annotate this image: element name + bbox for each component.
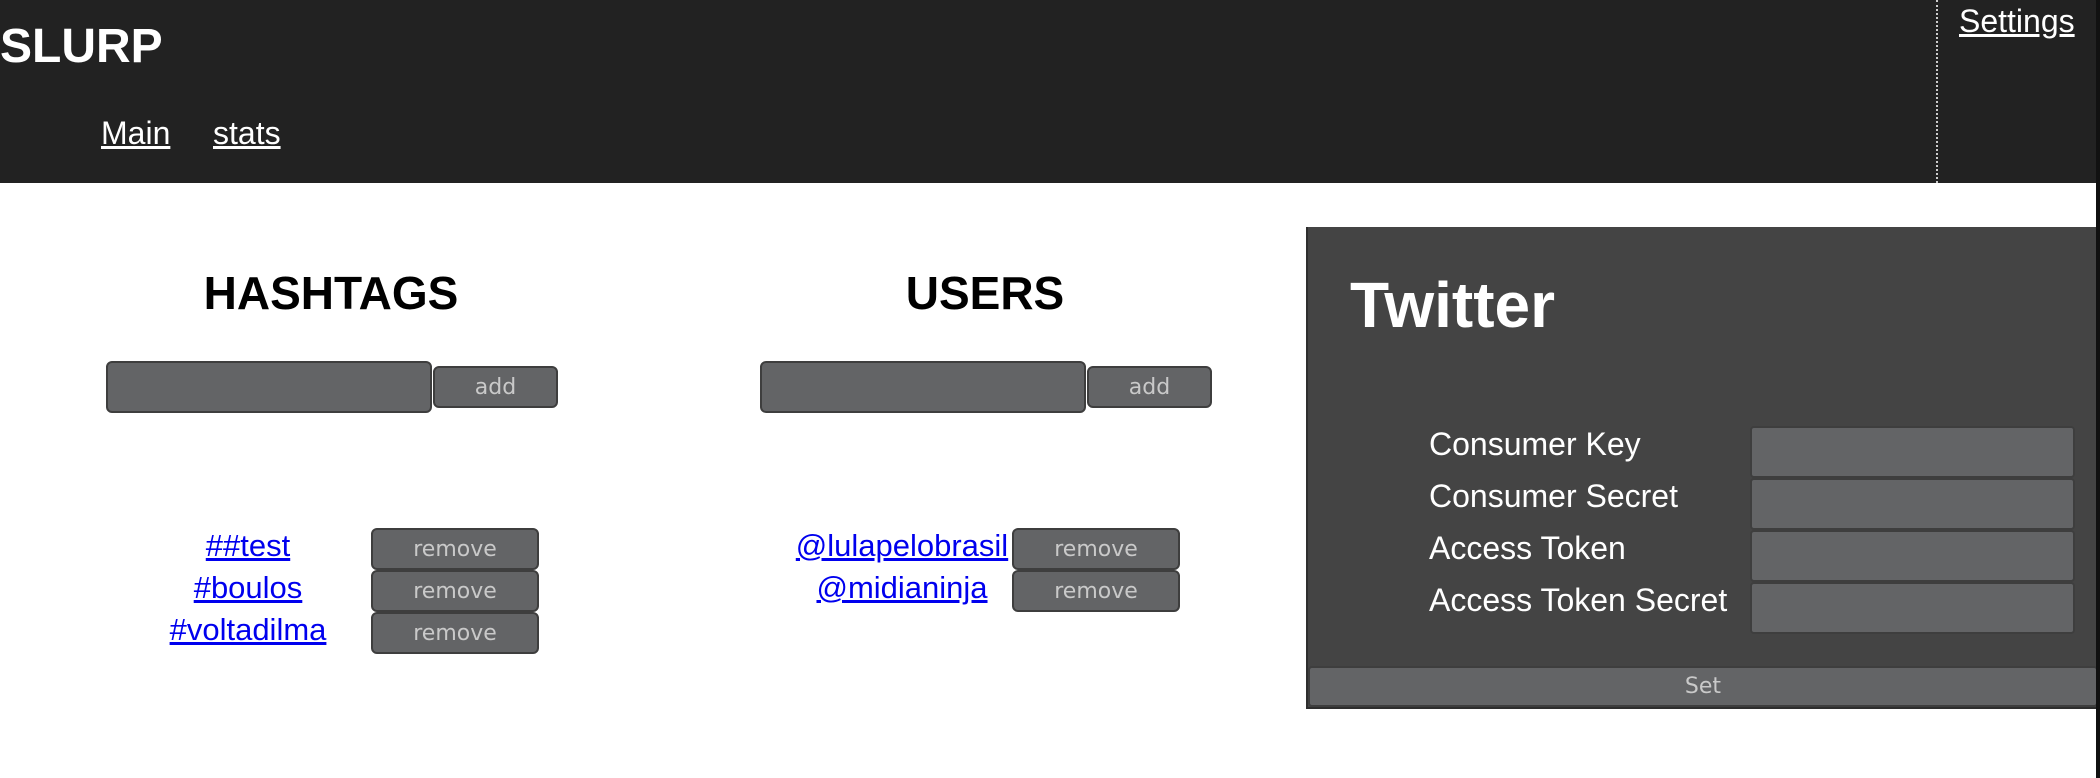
access-token-field[interactable] [1750, 530, 2075, 582]
hashtags-heading: HASHTAGS [203, 267, 459, 319]
user-link[interactable]: @lulapelobrasil [782, 527, 1022, 565]
user-link[interactable]: @midianinja [782, 569, 1022, 607]
consumer-key-label: Consumer Key [1429, 426, 1641, 462]
access-token-secret-field[interactable] [1750, 582, 2075, 634]
hashtag-input[interactable] [106, 361, 432, 413]
header-bar: SLURP Main stats Settings [0, 0, 2098, 183]
add-user-button[interactable]: add [1087, 366, 1212, 408]
consumer-secret-label: Consumer Secret [1429, 478, 1678, 514]
remove-user-button[interactable]: remove [1012, 528, 1180, 570]
remove-hashtag-button[interactable]: remove [371, 570, 539, 612]
nav-link-main[interactable]: Main [101, 113, 170, 153]
twitter-title: Twitter [1350, 269, 1556, 341]
remove-hashtag-button[interactable]: remove [371, 612, 539, 654]
access-token-secret-label: Access Token Secret [1429, 582, 1728, 618]
settings-link[interactable]: Settings [1959, 0, 2075, 42]
nav-link-stats[interactable]: stats [213, 113, 281, 153]
consumer-secret-field[interactable] [1750, 478, 2075, 530]
hashtag-link[interactable]: ##test [148, 527, 348, 565]
remove-user-button[interactable]: remove [1012, 570, 1180, 612]
hashtag-link[interactable]: #voltadilma [148, 611, 348, 649]
twitter-panel: Twitter Consumer Key Consumer Secret Acc… [1306, 227, 2098, 709]
access-token-label: Access Token [1429, 530, 1626, 566]
app-title: SLURP [0, 20, 163, 73]
user-input[interactable] [760, 361, 1086, 413]
window-edge [2096, 0, 2100, 778]
add-hashtag-button[interactable]: add [433, 366, 558, 408]
page: SLURP Main stats Settings HASHTAGS add #… [0, 0, 2100, 778]
settings-divider [1936, 0, 1938, 183]
users-heading: USERS [905, 267, 1065, 319]
consumer-key-field[interactable] [1750, 426, 2075, 478]
remove-hashtag-button[interactable]: remove [371, 528, 539, 570]
set-button[interactable]: Set [1308, 666, 2098, 707]
hashtag-link[interactable]: #boulos [148, 569, 348, 607]
